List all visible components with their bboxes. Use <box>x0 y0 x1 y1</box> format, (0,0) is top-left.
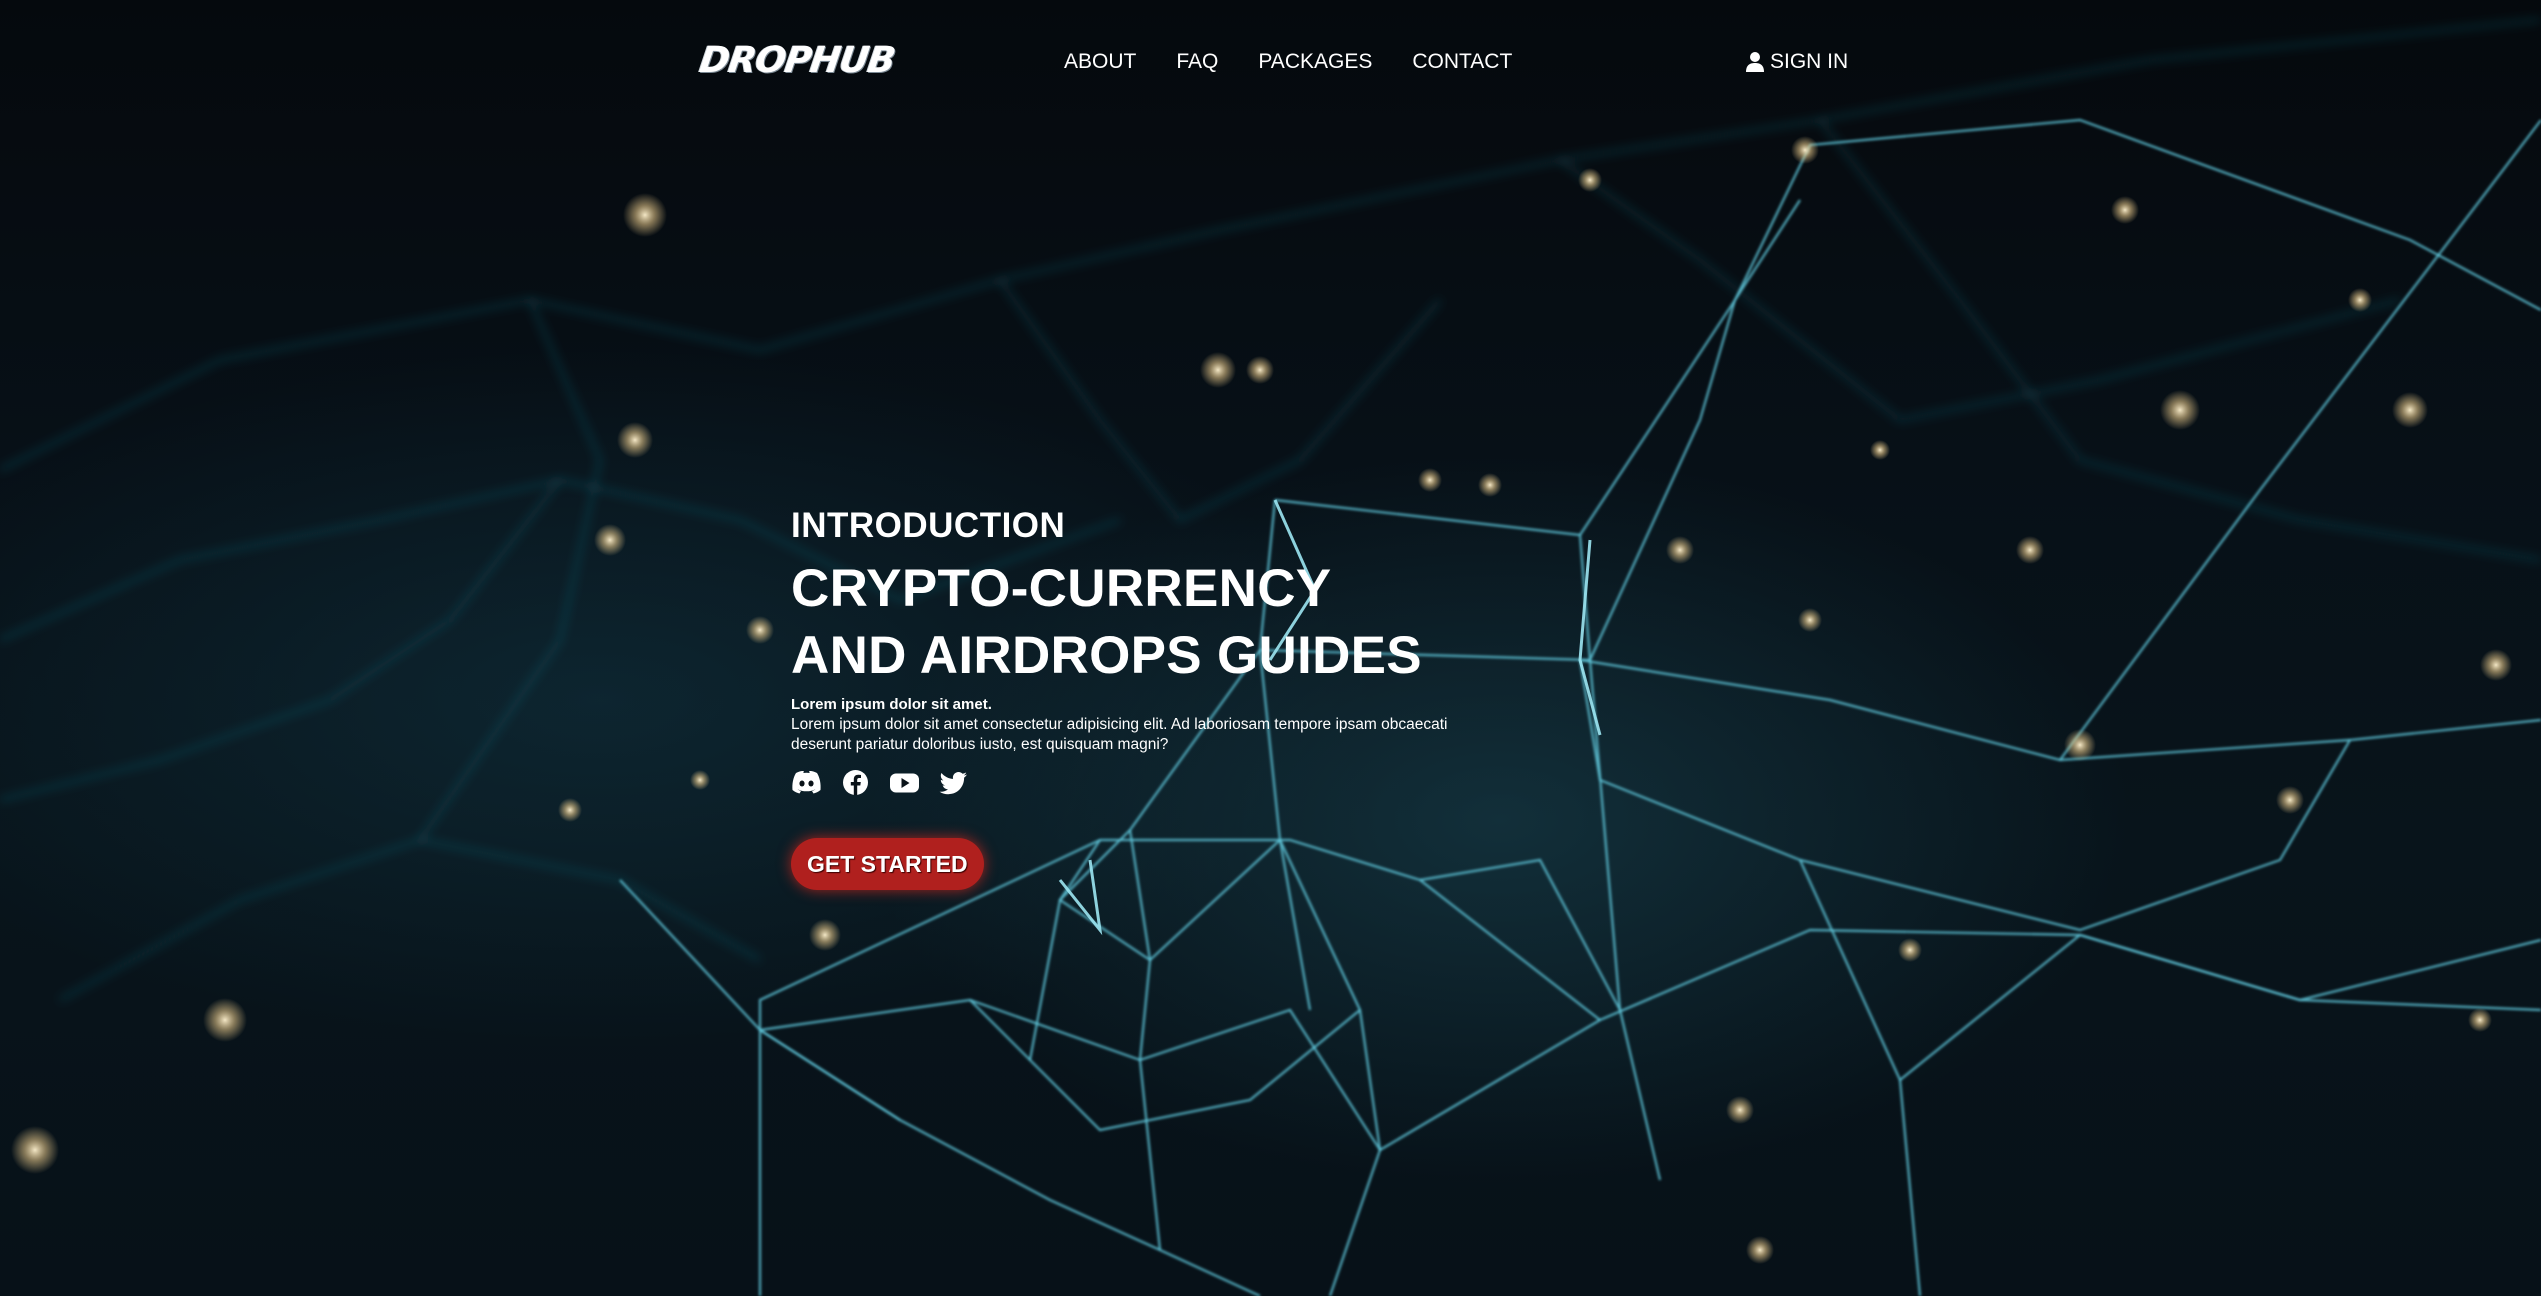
get-started-button[interactable]: GET STARTED <box>791 838 984 890</box>
user-icon <box>1746 52 1764 72</box>
drophub-logo[interactable]: DROPHUB <box>697 40 897 81</box>
main-nav: ABOUT FAQ PACKAGES CONTACT <box>1064 50 1552 74</box>
landing-page: DROPHUB ABOUT FAQ PACKAGES CONTACT SIGN … <box>0 0 2541 1296</box>
nav-link-packages[interactable]: PACKAGES <box>1258 50 1372 74</box>
hero-description: Lorem ipsum dolor sit amet consectetur a… <box>791 716 1448 753</box>
nav-link-contact[interactable]: CONTACT <box>1412 50 1512 74</box>
sign-in-link[interactable]: SIGN IN <box>1746 50 1848 74</box>
nav-link-faq[interactable]: FAQ <box>1176 50 1218 74</box>
nav-link-about[interactable]: ABOUT <box>1064 50 1136 74</box>
social-links <box>791 769 1551 796</box>
twitter-icon[interactable] <box>938 769 969 796</box>
hero-title: CRYPTO-CURRENCY AND AIRDROPS GUIDES <box>791 555 1551 689</box>
hero-title-line-1: CRYPTO-CURRENCY <box>791 559 1332 618</box>
hero-title-line-2: AND AIRDROPS GUIDES <box>791 626 1422 685</box>
facebook-icon[interactable] <box>840 769 871 796</box>
discord-icon[interactable] <box>791 769 822 796</box>
hero-section: INTRODUCTION CRYPTO-CURRENCY AND AIRDROP… <box>791 505 1551 890</box>
top-navigation-bar: DROPHUB ABOUT FAQ PACKAGES CONTACT SIGN … <box>0 0 2541 128</box>
youtube-icon[interactable] <box>889 769 920 796</box>
sign-in-label: SIGN IN <box>1770 50 1849 73</box>
hero-lead: Lorem ipsum dolor sit amet. <box>791 696 992 713</box>
hero-eyebrow: INTRODUCTION <box>791 506 1066 545</box>
